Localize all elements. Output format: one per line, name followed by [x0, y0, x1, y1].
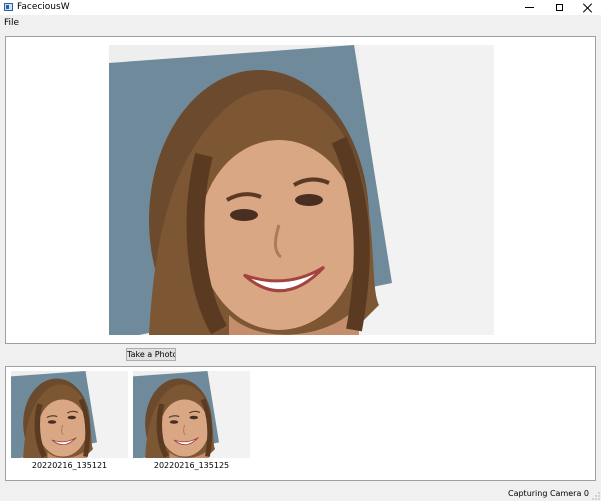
title-bar[interactable]: FaceciousW — [0, 0, 601, 15]
menu-bar: File — [0, 15, 601, 30]
gallery-item[interactable]: 20220216_135121 — [11, 371, 128, 470]
minimize-icon — [524, 7, 534, 8]
camera-preview-panel — [5, 36, 596, 344]
menu-item-file[interactable]: File — [4, 18, 19, 28]
maximize-button[interactable] — [544, 0, 574, 15]
status-bar: Capturing Camera 0 — [0, 486, 601, 501]
minimize-button[interactable] — [514, 0, 544, 15]
gallery-thumbnail[interactable] — [11, 371, 128, 458]
maximize-icon — [555, 4, 563, 11]
status-text: Capturing Camera 0 — [507, 489, 589, 498]
close-button[interactable] — [573, 0, 601, 15]
window-title: FaceciousW — [17, 2, 70, 12]
gallery-thumbnail[interactable] — [133, 371, 250, 458]
take-photo-button[interactable]: Take a Photo — [126, 348, 176, 361]
app-window: FaceciousW File Take a Photo 20220216_13… — [0, 0, 601, 501]
close-icon — [583, 3, 593, 13]
gallery-item[interactable]: 20220216_135125 — [133, 371, 250, 470]
resize-grip-icon[interactable] — [592, 492, 600, 500]
gallery-item-label: 20220216_135125 — [153, 461, 230, 470]
app-window-icon — [4, 3, 13, 11]
camera-preview-image — [109, 45, 494, 335]
gallery-item-label: 20220216_135121 — [31, 461, 108, 470]
photo-gallery[interactable]: 20220216_135121 20220216_135125 — [5, 366, 596, 481]
